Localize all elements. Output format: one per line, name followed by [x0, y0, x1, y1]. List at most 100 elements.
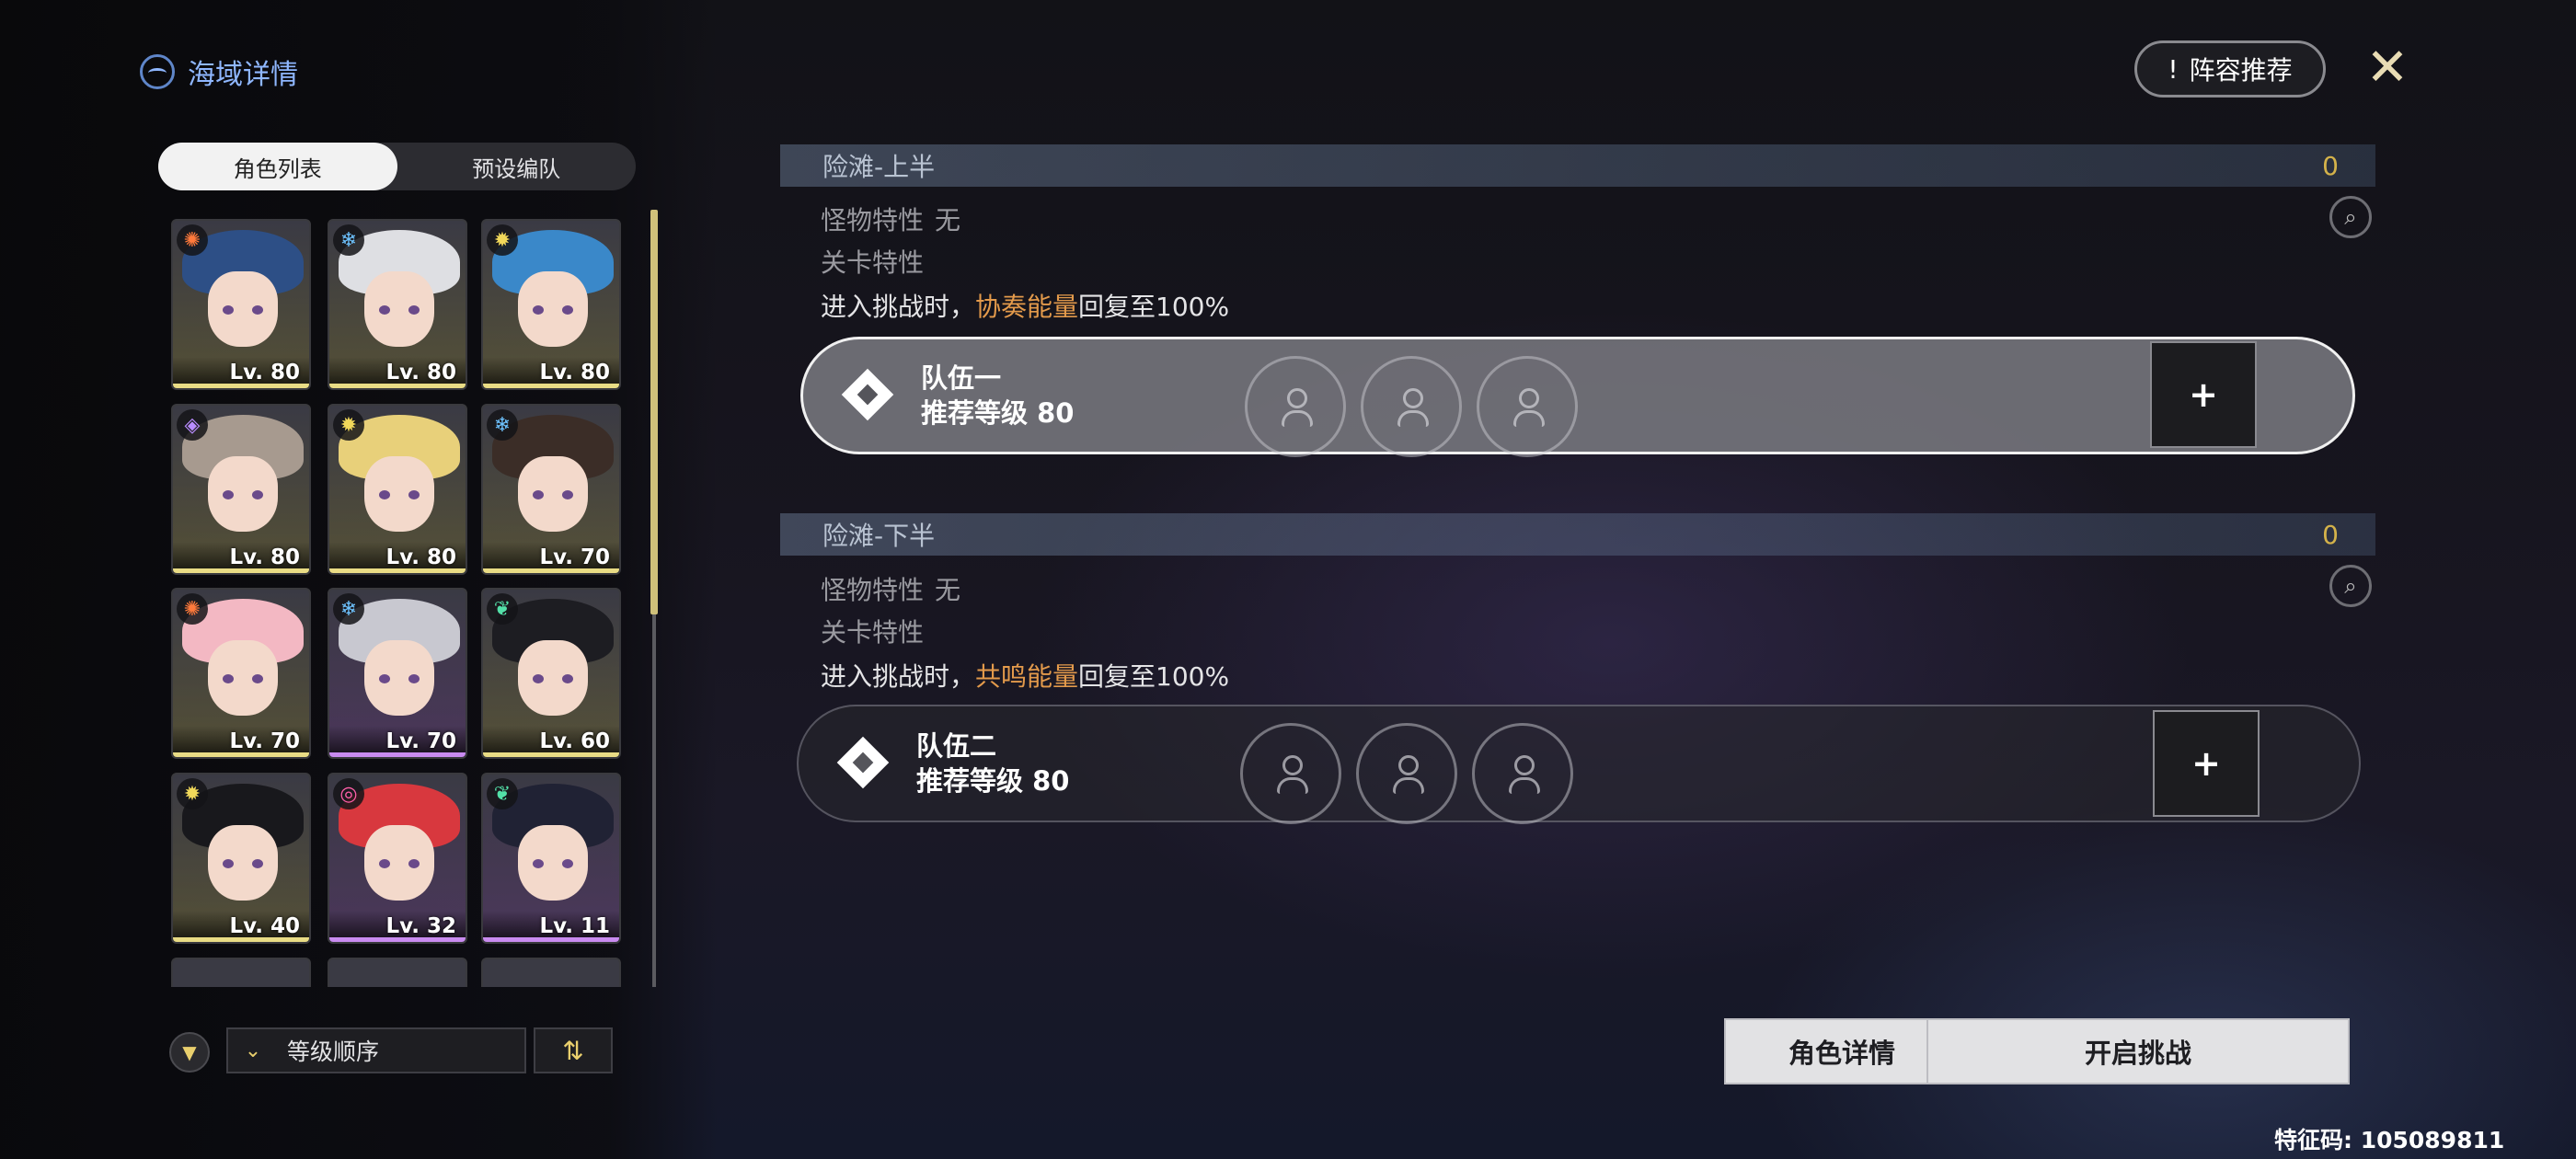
- section-count: 0: [2322, 150, 2339, 181]
- effect-prefix: 进入挑战时，: [821, 292, 976, 322]
- aero-icon: ❦: [487, 593, 518, 625]
- tab-bar: 角色列表 预设编队: [158, 143, 636, 190]
- tab-preset-teams[interactable]: 预设编队: [397, 143, 637, 190]
- character-level: Lv. 80: [385, 545, 456, 569]
- monster-trait-value: 无: [935, 205, 961, 235]
- character-level: Lv. 11: [539, 914, 610, 938]
- scrollbar-thumb[interactable]: [650, 210, 658, 614]
- empty-member-slot[interactable]: [1477, 356, 1578, 457]
- character-grid: ✺ Lv. 80 ❄ Lv. 80 ✹ Lv. 80 ◈ Lv. 80 ✹ Lv. 80 ❄ Lv. …: [171, 219, 622, 987]
- electro-icon: ◈: [177, 409, 208, 441]
- search-icon[interactable]: ⌕: [2329, 565, 2372, 607]
- person-icon: [1287, 388, 1307, 408]
- character-card[interactable]: ❦ Lv. 11: [481, 773, 621, 944]
- stage-trait-label: 关卡特性: [821, 617, 925, 648]
- stage-trait-label: 关卡特性: [821, 247, 925, 278]
- character-card[interactable]: ✺ Lv. 80: [171, 219, 311, 390]
- character-detail-button[interactable]: 角色详情: [1724, 1018, 1960, 1084]
- monster-trait-label: 怪物特性: [821, 575, 925, 605]
- aero-icon: ❦: [487, 778, 518, 809]
- character-card[interactable]: ◈ Lv. 80: [171, 404, 311, 575]
- sort-label: 等级顺序: [287, 1039, 380, 1065]
- page-title: 海域详情: [140, 52, 298, 92]
- glacio-icon: ❄: [333, 224, 364, 256]
- sea-area-icon: [140, 54, 175, 89]
- team-emblem-icon: [836, 363, 901, 428]
- empty-member-slot[interactable]: [1472, 723, 1573, 824]
- effect-suffix: 回复至100%: [1078, 292, 1230, 322]
- spectro-icon: ✹: [487, 224, 518, 256]
- character-level: Lv. 80: [539, 361, 610, 384]
- search-icon[interactable]: ⌕: [2329, 196, 2372, 238]
- character-card[interactable]: ❄ Lv. 70: [481, 404, 621, 575]
- section-count: 0: [2322, 519, 2339, 550]
- character-card[interactable]: ✹ Lv. 40: [171, 773, 311, 944]
- start-challenge-button[interactable]: 开启挑战: [1926, 1018, 2350, 1084]
- empty-member-slot[interactable]: [1240, 723, 1341, 824]
- team-name: 队伍二: [916, 730, 997, 762]
- effect-prefix: 进入挑战时，: [821, 661, 976, 692]
- team-one-bar[interactable]: 队伍一 推荐等级 80 +: [800, 337, 2355, 457]
- team-recommended-level: 推荐等级 80: [916, 765, 1070, 797]
- sort-dropdown[interactable]: ⌄ 等级顺序: [226, 1027, 526, 1073]
- person-icon: [1403, 388, 1423, 408]
- team-name: 队伍一: [921, 362, 1002, 394]
- glacio-icon: ❄: [333, 593, 364, 625]
- add-member-button[interactable]: +: [2153, 710, 2260, 817]
- character-card[interactable]: ❄ Lv. 80: [328, 219, 467, 390]
- character-level: Lv. 32: [385, 914, 456, 938]
- lineup-recommend-label: 阵容推荐: [2189, 55, 2293, 86]
- character-card[interactable]: ✹ Lv. 80: [328, 404, 467, 575]
- glacio-icon: ❄: [487, 409, 518, 441]
- filter-button[interactable]: ▼: [169, 1032, 210, 1073]
- person-icon: [1398, 755, 1419, 775]
- fusion-icon: ✺: [177, 224, 208, 256]
- monster-trait-row: 怪物特性无: [821, 570, 960, 607]
- character-card[interactable]: ❄ Lv. 70: [328, 588, 467, 759]
- empty-member-slot[interactable]: [1356, 723, 1457, 824]
- fusion-icon: ✺: [177, 593, 208, 625]
- section-header-upper: 险滩-上半 0: [780, 144, 2375, 187]
- character-level: Lv. 70: [385, 729, 456, 753]
- section-title: 险滩-上半: [822, 152, 936, 182]
- add-member-button[interactable]: +: [2150, 341, 2257, 448]
- page-title-text: 海域详情: [188, 59, 298, 91]
- close-button[interactable]: ✕: [2361, 38, 2414, 98]
- monster-trait-row: 怪物特性无: [821, 201, 960, 237]
- character-level: Lv. 80: [229, 361, 300, 384]
- effect-highlight: 协奏能量: [975, 292, 1079, 322]
- chevron-down-icon: ⌄: [244, 1039, 262, 1062]
- character-level: Lv. 70: [539, 545, 610, 569]
- character-card[interactable]: ❦ Lv. 60: [481, 588, 621, 759]
- person-icon: [1282, 755, 1303, 775]
- stage-effect-row: 进入挑战时，共鸣能量回复至100%: [821, 657, 1229, 694]
- character-card[interactable]: [171, 958, 311, 987]
- effect-highlight: 共鸣能量: [975, 661, 1079, 692]
- empty-member-slot[interactable]: [1245, 356, 1346, 457]
- empty-member-slot[interactable]: [1361, 356, 1462, 457]
- monster-trait-value: 无: [935, 575, 961, 605]
- spectro-icon: ✹: [333, 409, 364, 441]
- stage-effect-row: 进入挑战时，协奏能量回复至100%: [821, 287, 1229, 324]
- team-recommended-level: 推荐等级 80: [921, 397, 1075, 429]
- tab-character-list[interactable]: 角色列表: [158, 143, 397, 190]
- filter-icon: ▼: [182, 1041, 197, 1063]
- character-level: Lv. 60: [539, 729, 610, 753]
- character-level: Lv. 80: [229, 545, 300, 569]
- character-card[interactable]: ✹ Lv. 80: [481, 219, 621, 390]
- person-icon: [1514, 755, 1535, 775]
- team-emblem-icon: [832, 731, 896, 796]
- character-card[interactable]: ✺ Lv. 70: [171, 588, 311, 759]
- person-icon: [1519, 388, 1539, 408]
- section-header-lower: 险滩-下半 0: [780, 513, 2375, 556]
- character-card[interactable]: ◎ Lv. 32: [328, 773, 467, 944]
- character-level: Lv. 70: [229, 729, 300, 753]
- sort-order-button[interactable]: ⇅: [534, 1027, 613, 1073]
- sort-order-icon: ⇅: [562, 1035, 584, 1066]
- team-two-bar[interactable]: 队伍二 推荐等级 80 +: [797, 705, 2361, 824]
- lineup-recommend-button[interactable]: ! 阵容推荐: [2134, 40, 2326, 98]
- exclamation-icon: !: [2168, 53, 2179, 85]
- close-icon: ✕: [2365, 37, 2409, 98]
- character-card[interactable]: [328, 958, 467, 987]
- character-card[interactable]: [481, 958, 621, 987]
